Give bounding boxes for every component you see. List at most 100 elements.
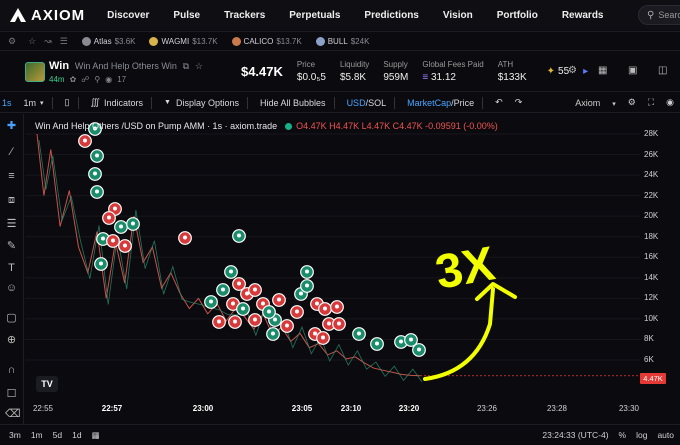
nav-link-trackers[interactable]: Trackers bbox=[224, 10, 265, 21]
watchlist-item-calico[interactable]: CALICO $13.7K bbox=[231, 36, 302, 46]
drawing-toolbar: ✚ ∕ ≡ ⧈ ☰ ✎ T ☺ ▢ ⊕ ∩ ☐ ⌫ bbox=[0, 114, 24, 424]
trash-icon[interactable]: ⌫ bbox=[5, 408, 21, 421]
trade-bubble-face bbox=[285, 323, 289, 328]
trade-bubble-face bbox=[323, 306, 327, 311]
magnet-icon[interactable]: ∩ bbox=[5, 364, 18, 377]
star-icon[interactable]: ☆ bbox=[28, 36, 36, 47]
watchlist-value: $13.7K bbox=[192, 36, 218, 46]
indicators-button[interactable]: ∭ Indicators bbox=[91, 97, 144, 108]
emoji-icon[interactable]: ☺ bbox=[5, 282, 18, 295]
search-placeholder: Search bbox=[658, 10, 680, 20]
nav-link-perpetuals[interactable]: Perpetuals bbox=[289, 10, 340, 21]
trade-bubble-face bbox=[245, 291, 249, 296]
indicators-label: Indicators bbox=[104, 97, 144, 108]
fib-icon[interactable]: ☰ bbox=[5, 218, 18, 231]
trade-bubble-face bbox=[315, 301, 319, 306]
tradingview-logo[interactable]: TV bbox=[36, 376, 58, 392]
text-icon[interactable]: T bbox=[5, 262, 18, 275]
search-input[interactable]: ⚲ Search bbox=[638, 5, 680, 25]
logo[interactable]: AXIOM bbox=[10, 7, 85, 24]
hide-bubbles-button[interactable]: Hide All Bubbles bbox=[260, 98, 326, 108]
y-tick-label: 24K bbox=[644, 170, 659, 180]
auto-toggle[interactable]: auto bbox=[657, 430, 674, 440]
display-options-button[interactable]: ▼ Display Options bbox=[164, 98, 239, 108]
mode-toggle[interactable]: MarketCap/Price bbox=[407, 98, 474, 108]
chart-icon[interactable]: ↝ bbox=[44, 36, 52, 47]
window-icon[interactable]: ▣ bbox=[628, 65, 640, 77]
indicators-icon: ∭ bbox=[90, 97, 101, 107]
currency-toggle[interactable]: USD / SOL bbox=[347, 98, 387, 108]
chart-legend-ohlc: O4.47K H4.47K L4.47K C4.47K -0.09591 (-0… bbox=[296, 121, 498, 131]
settings-icon[interactable]: ⚙ bbox=[8, 36, 16, 47]
timeframe-1m[interactable]: 1m ▾ bbox=[24, 98, 44, 108]
chart-toolbar-right: Axiom ▾ ⚙ ⛶ ◉ bbox=[551, 97, 674, 108]
x-tick-label: 22:57 bbox=[101, 404, 123, 413]
lock-icon[interactable]: ☐ bbox=[5, 388, 18, 401]
search-icon: ⚲ bbox=[647, 9, 655, 21]
nav-link-vision[interactable]: Vision bbox=[443, 10, 473, 21]
watchlist-item-atlas[interactable]: Atlas $3.6K bbox=[81, 36, 135, 46]
watchlist-name: WAGMI bbox=[161, 36, 190, 46]
horizontal-lines-icon[interactable]: ≡ bbox=[5, 170, 18, 183]
source-select[interactable]: Axiom ▾ bbox=[563, 98, 616, 108]
trade-bubble-face bbox=[399, 339, 403, 344]
status-dot-icon bbox=[285, 122, 293, 130]
nav-link-predictions[interactable]: Predictions bbox=[364, 10, 418, 21]
trade-bubble-face bbox=[119, 224, 123, 229]
y-tick-label: 12K bbox=[644, 293, 659, 303]
candles-icon[interactable]: ▯ bbox=[65, 97, 70, 108]
pitchfork-icon[interactable]: ⧈ bbox=[5, 194, 18, 207]
link-icon[interactable]: ☍ bbox=[81, 75, 89, 84]
nav-link-pulse[interactable]: Pulse bbox=[173, 10, 200, 21]
range-1m[interactable]: 1m bbox=[31, 430, 43, 440]
y-axis[interactable]: 28K 26K 24K 22K 20K 18K 16K 14K 12K 10K 8K 6K bbox=[641, 114, 680, 399]
leaf-icon[interactable]: ✿ bbox=[70, 75, 77, 84]
copy-icon[interactable]: ⧉ bbox=[183, 61, 189, 71]
trade-bubble-face bbox=[229, 269, 233, 274]
grid-icon[interactable]: ▦ bbox=[598, 65, 610, 77]
price-chart[interactable]: 3X bbox=[25, 114, 640, 399]
zoom-icon[interactable]: ⊕ bbox=[5, 334, 18, 347]
currency-sol: SOL bbox=[368, 97, 387, 108]
watchlist-item-wagmi[interactable]: WAGMI $13.7K bbox=[149, 36, 218, 46]
watchlist-item-bull[interactable]: BULL $24K bbox=[315, 36, 369, 46]
percent-toggle[interactable]: % bbox=[619, 430, 627, 440]
watchlist-name: BULL bbox=[327, 36, 348, 46]
token-avatar[interactable] bbox=[25, 61, 45, 82]
star-icon[interactable]: ☆ bbox=[195, 61, 203, 71]
layout-icon[interactable]: ◫ bbox=[658, 65, 670, 77]
log-toggle[interactable]: log bbox=[636, 430, 647, 440]
chevron-down-icon: ▾ bbox=[612, 100, 616, 108]
undo-icon[interactable]: ↶ bbox=[495, 97, 503, 108]
trendline-icon[interactable]: ∕ bbox=[5, 146, 18, 159]
timeframe-1s[interactable]: 1s bbox=[2, 98, 12, 108]
stat-label: ATH bbox=[497, 60, 514, 69]
trade-bubble-face bbox=[267, 309, 271, 314]
x-axis[interactable]: 22:55 22:57 23:00 23:05 23:10 23:20 23:26 23:28… bbox=[25, 400, 640, 418]
settings-icon[interactable]: ⚙ bbox=[628, 97, 636, 108]
redo-icon[interactable]: ↷ bbox=[515, 97, 523, 108]
range-5d[interactable]: 5d bbox=[53, 430, 62, 440]
nav-link-portfolio[interactable]: Portfolio bbox=[497, 10, 538, 21]
y-tick-label: 8K bbox=[644, 334, 654, 344]
nav-link-discover[interactable]: Discover bbox=[107, 10, 149, 21]
watchlist-strip: ⚙ ☆ ↝ ☰ Atlas $3.6K WAGMI $13.7K CALICO … bbox=[0, 31, 680, 51]
search-icon[interactable]: ⚲ bbox=[94, 75, 100, 84]
y-tick-label: 26K bbox=[644, 149, 659, 159]
fullscreen-icon[interactable]: ⛶ bbox=[648, 97, 654, 108]
stat-value: $5.8K bbox=[339, 72, 367, 83]
nav-link-rewards[interactable]: Rewards bbox=[562, 10, 604, 21]
crosshair-icon[interactable]: ✚ bbox=[5, 120, 18, 133]
camera-icon[interactable]: ◉ bbox=[666, 97, 674, 108]
range-3m[interactable]: 3m bbox=[9, 430, 21, 440]
token-info: Win Win And Help Others Win ⧉ ☆ 44m ✿ ☍ … bbox=[49, 60, 203, 84]
range-1d[interactable]: 1d bbox=[72, 430, 81, 440]
token-full-name: Win And Help Others Win bbox=[74, 60, 177, 71]
calendar-icon[interactable]: ▦ bbox=[92, 430, 100, 441]
brush-icon[interactable]: ✎ bbox=[5, 240, 18, 253]
trade-bubble-face bbox=[417, 347, 421, 352]
mode-price: /Price bbox=[451, 97, 475, 108]
settings-icon[interactable]: ⚙ bbox=[568, 65, 580, 77]
list-icon[interactable]: ☰ bbox=[60, 36, 68, 47]
ruler-icon[interactable]: ▢ bbox=[5, 312, 18, 325]
